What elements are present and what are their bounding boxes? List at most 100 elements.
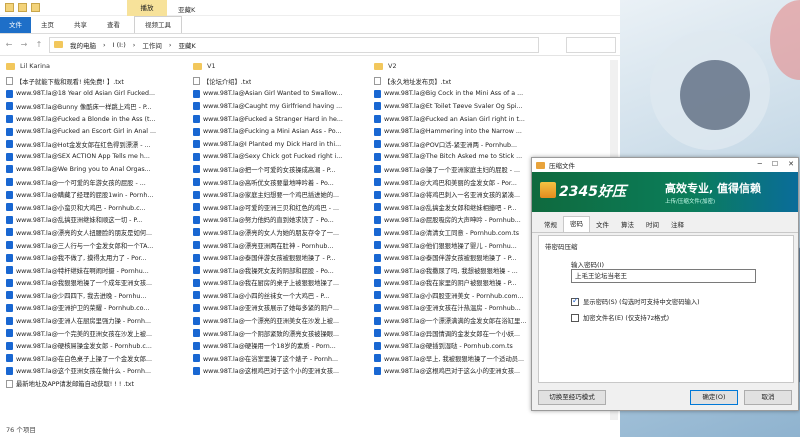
file-item[interactable]: www.98T.la@亚洲女孩在汁热温房 - Pornhub...: [374, 302, 549, 315]
file-item[interactable]: www.98T.la@我撒尿了吗, 我想被狠狠地操 - ...: [374, 264, 549, 277]
ok-button[interactable]: 确定(O): [690, 390, 738, 405]
file-item[interactable]: www.98T.la@硬核屌操金发女郎 - Pornhub.c...: [6, 339, 181, 352]
file-item[interactable]: www.98T.la@在白色桌子上操了一个金发女郎...: [6, 352, 181, 365]
switch-simple-mode-button[interactable]: 切换至经巧模式: [538, 390, 606, 405]
file-item[interactable]: www.98T.la@亚洲护卫的荣耀 - Pornhub.co...: [6, 302, 181, 315]
new-folder-icon[interactable]: [31, 3, 40, 12]
tab-password[interactable]: 密码: [563, 216, 590, 232]
file-item[interactable]: www.98T.la@在浴室里操了这个婊子 - Pornh...: [193, 352, 368, 365]
tab-files[interactable]: 文件: [590, 218, 615, 232]
file-item[interactable]: www.98T.la@亚洲人在厨房里强力操 - Pornh...: [6, 314, 181, 327]
file-item[interactable]: www.98T.la@乱搞金发女郎和继妹相撞吧 - P...: [374, 201, 549, 214]
tab-view[interactable]: 查看: [97, 17, 130, 33]
file-item[interactable]: www.98T.la@POV口活-紧亚洲两 - Pornhub...: [374, 138, 549, 151]
file-item[interactable]: www.98T.la@这根鸡巴对于这个小的亚洲女孩...: [193, 365, 368, 378]
file-item[interactable]: www.98T.la@Fucked a Blonde in the Ass (t…: [6, 113, 181, 126]
file-item[interactable]: www.98T.la@将鸡巴刺入一名亚洲女孩的紧凑...: [374, 188, 549, 201]
file-item[interactable]: www.98T.la@清清女工同意 - Pornhub.com.ts: [374, 226, 549, 239]
file-item[interactable]: 最新地址及APP请发邮箱自动获取! ! ! .txt: [6, 377, 181, 390]
file-item[interactable]: 【论坛介绍】.txt: [193, 75, 368, 88]
file-item[interactable]: www.98T.la@努力他妈的直到她求饶了 - Po...: [193, 214, 368, 227]
minimize-icon[interactable]: ─: [758, 160, 762, 168]
file-item[interactable]: www.98T.la@Hot金发女郎在红色得到漂漂 - ...: [6, 138, 181, 151]
file-item[interactable]: www.98T.la@一个漂漂满满的金发女郎在浴缸里...: [374, 314, 549, 327]
file-item[interactable]: www.98T.la@一个可爱的年游女孩的屁股 - ...: [6, 176, 181, 189]
file-item[interactable]: www.98T.la@把一个可爱的女孩操成高潮 - P...: [193, 163, 368, 176]
file-item[interactable]: www.98T.la@Fucking a Mini Asian Ass - Po…: [193, 125, 368, 138]
file-item[interactable]: www.98T.la@漂亮的女人扭腰脸的朋友是如何...: [6, 226, 181, 239]
file-item[interactable]: www.98T.la@Caught my Girlfriend having .…: [193, 100, 368, 113]
file-item[interactable]: www.98T.la@Hammering into the Narrow ...: [374, 125, 549, 138]
file-item[interactable]: www.98T.la@SEX ACTION App Tells me h...: [6, 151, 181, 164]
file-item[interactable]: www.98T.la@Fucked an Asian Girl right in…: [374, 113, 549, 126]
search-input[interactable]: [566, 36, 616, 53]
file-item[interactable]: www.98T.la@少四四下, 我去进晚 - Pornhu...: [6, 289, 181, 302]
play-context-tab[interactable]: 播放: [127, 0, 167, 16]
folder-item[interactable]: Lil Karina: [6, 60, 181, 72]
file-item[interactable]: www.98T.la@这根鸡巴对于这么小的亚洲女孩...: [374, 365, 549, 378]
file-item[interactable]: www.98T.la@Big Cock in the Mini Ass of a…: [374, 88, 549, 101]
file-item[interactable]: www.98T.la@泰国伴游女孩被狠狠地操了 - P...: [374, 251, 549, 264]
file-item[interactable]: www.98T.la@我狠狠地操了一个成年亚洲女孩...: [6, 277, 181, 290]
breadcrumb-item[interactable]: I (I:): [113, 41, 126, 49]
file-item[interactable]: www.98T.la@小四股亚洲美女 - Pornhub.com...: [374, 289, 549, 302]
tab-video-tools[interactable]: 视频工具: [134, 16, 182, 33]
file-item[interactable]: www.98T.la@家庭主妇想要一个鸡巴插进她的...: [193, 188, 368, 201]
file-item[interactable]: www.98T.la@异国情调的金发女郎在一个小妖...: [374, 327, 549, 340]
tab-comment[interactable]: 注释: [665, 218, 690, 232]
tab-time[interactable]: 时间: [640, 218, 665, 232]
file-item[interactable]: www.98T.la@泰国伴游女孩被狠狠地操了 - P...: [193, 251, 368, 264]
up-icon[interactable]: ↑: [34, 40, 44, 49]
tab-home[interactable]: 主页: [31, 17, 64, 33]
file-item[interactable]: www.98T.la@Sexy Chick got Fucked right i…: [193, 151, 368, 164]
file-item[interactable]: www.98T.la@We Bring you to Anal Orgas...: [6, 163, 181, 176]
forward-icon[interactable]: →: [19, 40, 29, 49]
cancel-button[interactable]: 取消: [744, 390, 792, 405]
file-item[interactable]: www.98T.la@一个漂亮的亚洲美女在沙发上被...: [193, 314, 368, 327]
file-item[interactable]: www.98T.la@乱搞亚洲继妹和顺这一切 - P...: [6, 214, 181, 227]
file-item[interactable]: www.98T.la@亚洲女孩展示了她每多紧的阴户...: [193, 302, 368, 315]
file-item[interactable]: www.98T.la@可爱的亚洲三贝和红色的鸡巴 - ...: [193, 201, 368, 214]
file-item[interactable]: www.98T.la@硬插到湿哒 - Pornhub.com.ts: [374, 339, 549, 352]
file-item[interactable]: www.98T.la@一个阴部紧致的漂亮女孩被操眼...: [193, 327, 368, 340]
maximize-icon[interactable]: ☐: [772, 160, 778, 168]
tab-general[interactable]: 常规: [538, 218, 563, 232]
file-item[interactable]: www.98T.la@我在家里的阴户被狠狠地操 - P...: [374, 277, 549, 290]
file-item[interactable]: www.98T.la@他们狠狠地操了婴儿 - Pornhu...: [374, 239, 549, 252]
folder-icon[interactable]: [5, 3, 14, 12]
file-item[interactable]: www.98T.la@Fucked a Stranger Hard in he.…: [193, 113, 368, 126]
file-item[interactable]: www.98T.la@屁股吸房的大声呻吟 - Pornhub...: [374, 214, 549, 227]
encrypt-filenames-checkbox[interactable]: 加密文件名(E) (仅支持7z格式): [571, 313, 669, 322]
file-item[interactable]: www.98T.la@高听优女孩要量地呻吟着 - Po...: [193, 176, 368, 189]
folder-item[interactable]: V1: [193, 60, 368, 72]
file-item[interactable]: www.98T.la@Fucked an Escort Girl in Anal…: [6, 125, 181, 138]
file-item[interactable]: www.98T.la@I Planted my Dick Hard in thi…: [193, 138, 368, 151]
file-item[interactable]: www.98T.la@硬操用一个18岁的素质 - Porn...: [193, 339, 368, 352]
file-item[interactable]: www.98T.la@我操死女友的阴部和屁股 - Po...: [193, 264, 368, 277]
breadcrumb-item[interactable]: 亚藏K: [179, 40, 196, 50]
file-item[interactable]: www.98T.la@小蛮贝和大鸡巴 - Pornhub.c...: [6, 201, 181, 214]
breadcrumb-item[interactable]: 我的电脑: [70, 40, 96, 50]
back-icon[interactable]: ←: [4, 40, 14, 49]
tab-file[interactable]: 文件: [0, 17, 31, 33]
breadcrumb-item[interactable]: 工作间: [142, 40, 162, 50]
file-item[interactable]: www.98T.la@瞒藏了经理的屁股1win - Pornh...: [6, 188, 181, 201]
file-item[interactable]: www.98T.la@我不做了, 摸得太用力了 - Por...: [6, 251, 181, 264]
file-item[interactable]: www.98T.la@漂亮亚洲两在肚神 - Pornhub...: [193, 239, 368, 252]
file-item[interactable]: www.98T.la@The Bitch Asked me to Stick .…: [374, 151, 549, 164]
file-item[interactable]: www.98T.la@Bunny 像酷床一样跳上鸡巴 - P...: [6, 100, 181, 113]
file-item[interactable]: www.98T.la@漂亮的女人为她的朋友存令了一...: [193, 226, 368, 239]
address-bar[interactable]: 我的电脑 › I (I:) › 工作间 › 亚藏K: [49, 36, 539, 53]
file-item[interactable]: www.98T.la@操了一个亚洲家庭主妇的屁股 - ...: [374, 163, 549, 176]
close-icon[interactable]: ✕: [788, 160, 794, 168]
show-password-checkbox[interactable]: 显示密码(S) (勾选时可支持中文密码输入): [571, 296, 700, 306]
tab-algorithm[interactable]: 算法: [615, 218, 640, 232]
file-item[interactable]: www.98T.la@这个亚洲女孩在做什么 - Pornh...: [6, 365, 181, 378]
password-input[interactable]: 上毛王论坛当老王: [571, 269, 756, 283]
file-item[interactable]: www.98T.la@大鸡巴和美丽的金发女郎 - Por...: [374, 176, 549, 189]
properties-icon[interactable]: [18, 3, 27, 12]
file-item[interactable]: www.98T.la@早上, 我被狠狠地操了一个适动员...: [374, 352, 549, 365]
file-item[interactable]: www.98T.la@一个完美的亚洲女孩在沙发上被...: [6, 327, 181, 340]
file-item[interactable]: www.98T.la@我在厨房的桌子上被狠狠地操了...: [193, 277, 368, 290]
checkbox-checked[interactable]: [571, 296, 579, 306]
